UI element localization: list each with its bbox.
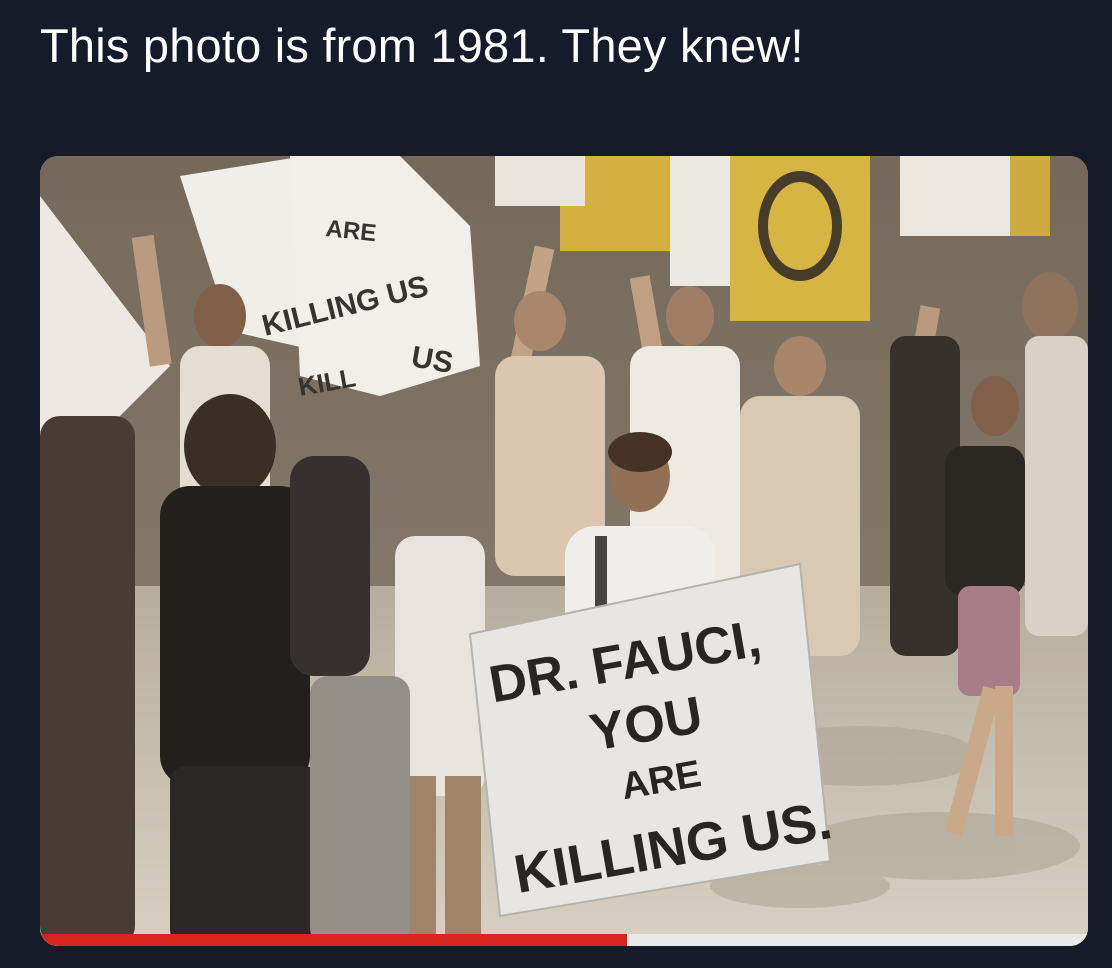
post-caption: This photo is from 1981. They knew! (40, 19, 804, 72)
video-progress-bar[interactable] (40, 934, 1088, 946)
video-progress-played (40, 934, 627, 946)
protest-photo[interactable]: ARE KILLING US US KILL DR. FAUCI, YOU AR… (40, 156, 1088, 946)
protest-scene-illustration: ARE KILLING US US KILL DR. FAUCI, YOU AR… (40, 156, 1088, 946)
